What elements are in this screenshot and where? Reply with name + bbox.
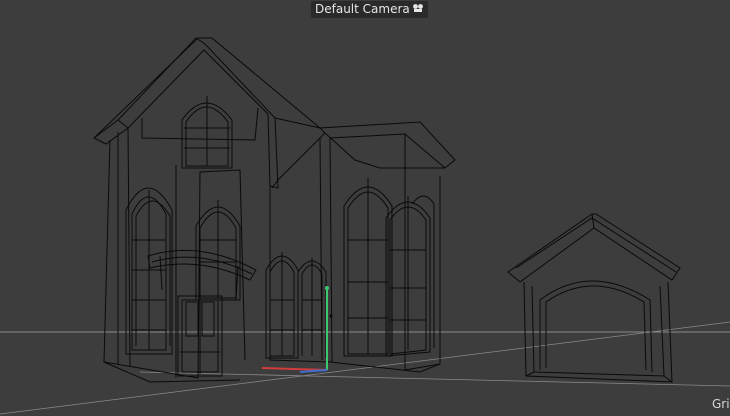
grid-label: Grid bbox=[712, 397, 730, 411]
side-structure-wireframe[interactable] bbox=[507, 213, 681, 383]
grid-lines bbox=[0, 321, 730, 415]
camera-menu-button[interactable]: Default Camera bbox=[311, 1, 428, 18]
house-wireframe[interactable] bbox=[93, 37, 456, 383]
camera-label-text: Default Camera bbox=[315, 2, 410, 16]
wireframe-scene[interactable] bbox=[0, 0, 730, 416]
3d-viewport[interactable]: Default Camera Grid bbox=[0, 0, 730, 416]
camera-icon bbox=[412, 1, 424, 18]
